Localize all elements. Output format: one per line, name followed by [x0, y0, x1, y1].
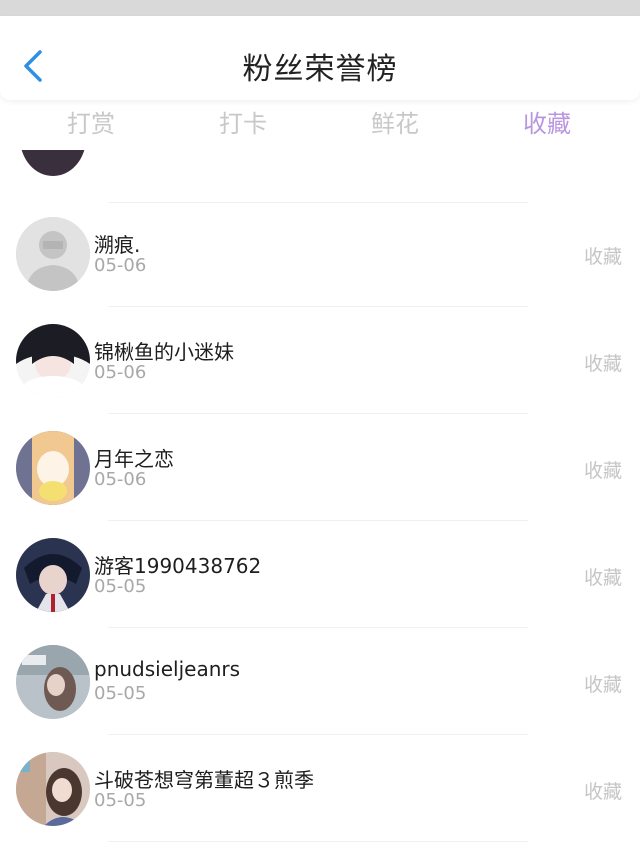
- fan-name: 月年之恋: [94, 447, 174, 471]
- tab-checkin[interactable]: 打卡: [183, 104, 303, 139]
- default-avatar-icon[interactable]: [16, 217, 90, 291]
- tab-bar: 打赏 打卡 鲜花 收藏: [0, 100, 640, 146]
- action-tag: 收藏: [583, 567, 622, 589]
- action-tag: 收藏: [583, 460, 622, 482]
- fan-name: pnudsieljeanrs: [94, 657, 241, 681]
- fan-date: 05-05: [94, 790, 147, 811]
- cartoon-girl-avatar-icon[interactable]: [16, 431, 90, 505]
- tab-flowers[interactable]: 鲜花: [335, 104, 455, 139]
- avatar: [20, 150, 86, 176]
- action-tag: 收藏: [583, 353, 622, 375]
- nav-header: 粉丝荣誉榜: [0, 16, 640, 100]
- divider: [108, 413, 528, 414]
- photo-avatar-icon[interactable]: [16, 645, 90, 719]
- fan-name: 斗破苍想穹第董超３煎季: [94, 768, 314, 792]
- fan-name: 溯痕.: [94, 233, 141, 257]
- divider: [108, 202, 528, 203]
- divider: [108, 841, 528, 842]
- list-item[interactable]: 斗破苍想穹第董超３煎季 05-05 收藏: [0, 742, 640, 849]
- action-tag: 收藏: [583, 246, 622, 268]
- tab-reward[interactable]: 打赏: [31, 104, 151, 139]
- list-item[interactable]: 溯痕. 05-06 收藏: [0, 207, 640, 314]
- status-bar: [0, 0, 640, 16]
- fan-date: 05-05: [94, 683, 147, 704]
- fan-date: 05-06: [94, 469, 147, 490]
- list-item[interactable]: 月年之恋 05-06 收藏: [0, 421, 640, 528]
- fan-date: 05-06: [94, 255, 147, 276]
- page-title: 粉丝荣誉榜: [242, 52, 398, 87]
- girl-photo-avatar-icon[interactable]: [16, 752, 90, 826]
- fan-date: 05-06: [94, 362, 147, 383]
- fan-name: 锦楸鱼的小迷妹: [94, 340, 234, 364]
- tab-favorites[interactable]: 收藏: [487, 104, 607, 139]
- action-tag: 收藏: [583, 781, 622, 803]
- list-item[interactable]: pnudsieljeanrs 05-05 收藏: [0, 635, 640, 742]
- fan-date: 05-05: [94, 576, 147, 597]
- fan-name: 游客1990438762: [94, 554, 262, 578]
- fan-list: 溯痕. 05-06 收藏 锦楸鱼的小迷妹 05-06 收藏 月年之恋 05-06…: [0, 150, 640, 853]
- list-item[interactable]: 游客1990438762 05-05 收藏: [0, 528, 640, 635]
- action-tag: 收藏: [583, 674, 622, 696]
- divider: [108, 627, 528, 628]
- anime-girl-avatar-icon[interactable]: [16, 324, 90, 398]
- divider: [108, 734, 528, 735]
- list-item[interactable]: 锦楸鱼的小迷妹 05-06 收藏: [0, 314, 640, 421]
- divider: [108, 306, 528, 307]
- anime-boy-avatar-icon[interactable]: [16, 538, 90, 612]
- divider: [108, 520, 528, 521]
